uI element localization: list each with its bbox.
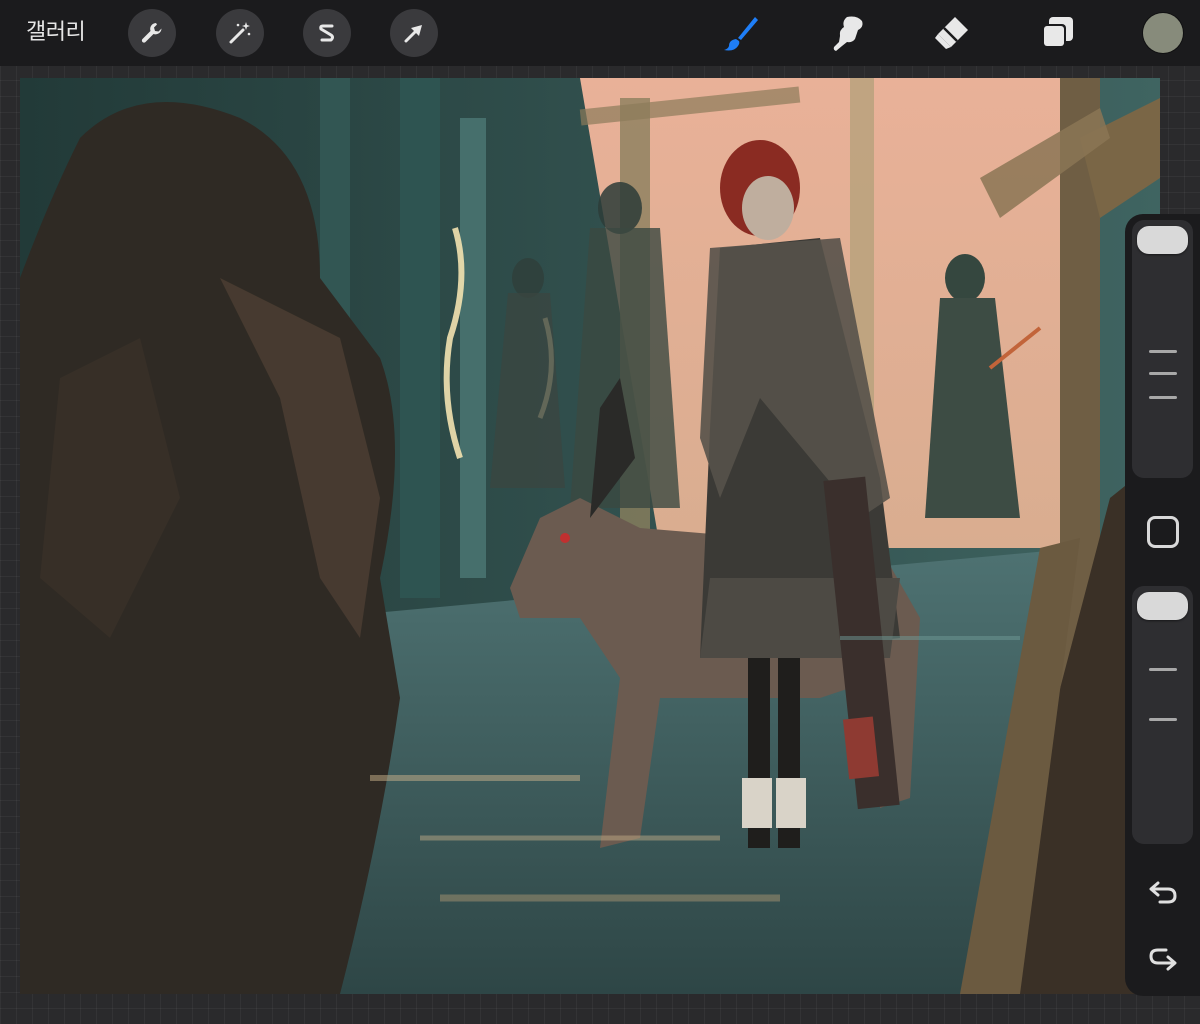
slider-tick <box>1149 718 1177 721</box>
eraser-icon <box>935 17 968 49</box>
undo-button[interactable] <box>1143 876 1183 910</box>
color-swatch-button[interactable] <box>1143 13 1183 53</box>
brush-size-thumb[interactable] <box>1137 226 1188 254</box>
magic-wand-icon <box>229 22 251 44</box>
selection-s-icon <box>319 24 334 42</box>
actions-button[interactable] <box>128 9 176 57</box>
opacity-slider[interactable] <box>1132 586 1193 844</box>
layers-icon <box>1042 17 1073 48</box>
undo-arrow-icon <box>1149 881 1177 904</box>
redo-button[interactable] <box>1143 942 1183 976</box>
brush-size-slider[interactable] <box>1132 220 1193 478</box>
selection-button[interactable] <box>303 9 351 57</box>
adjustments-button[interactable] <box>216 9 264 57</box>
slider-tick <box>1149 372 1177 375</box>
slider-tick <box>1149 396 1177 399</box>
side-panel <box>1125 214 1200 996</box>
brush-icon <box>724 17 758 51</box>
slider-tick <box>1149 668 1177 671</box>
arrow-cursor-icon <box>404 25 422 43</box>
redo-arrow-icon <box>1149 948 1177 971</box>
opacity-thumb[interactable] <box>1137 592 1188 620</box>
smudge-icon <box>833 16 863 51</box>
slider-tick <box>1149 350 1177 353</box>
smudge-tool-button[interactable] <box>826 12 868 54</box>
artwork <box>20 78 1160 994</box>
drawing-canvas[interactable] <box>20 78 1160 994</box>
transform-button[interactable] <box>390 9 438 57</box>
modify-button[interactable] <box>1147 516 1179 548</box>
wrench-icon <box>141 23 162 43</box>
top-toolbar: 갤러리 <box>0 0 1200 66</box>
paint-tool-button[interactable] <box>720 12 762 54</box>
layers-button[interactable] <box>1036 12 1078 54</box>
gallery-button[interactable]: 갤러리 <box>26 16 86 50</box>
erase-tool-button[interactable] <box>930 12 972 54</box>
